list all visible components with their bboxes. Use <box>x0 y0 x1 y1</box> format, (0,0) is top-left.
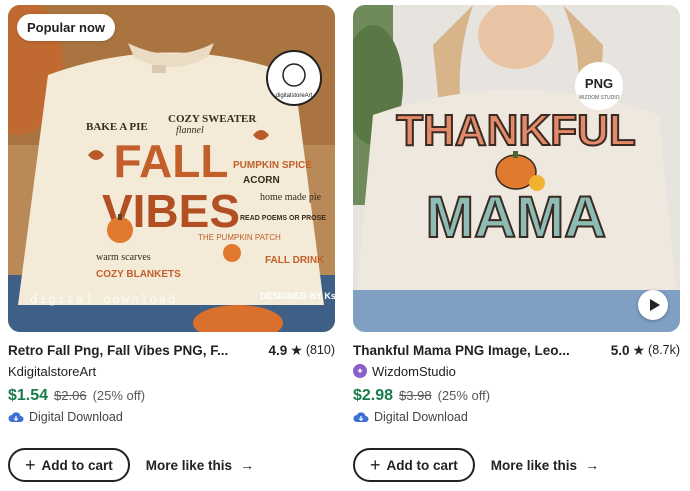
word: ACORN <box>243 175 280 186</box>
listing-image[interactable]: FALL VIBES BAKE A PIE COZY SWEATER PUMPK… <box>8 5 335 332</box>
word: flannel <box>176 125 204 136</box>
shop-name[interactable]: WizdomStudio <box>372 364 456 379</box>
logo-text: digitalstoreArt <box>276 93 313 99</box>
add-to-cart-label: Add to cart <box>41 457 113 473</box>
plus-icon: + <box>370 455 381 475</box>
play-video-button[interactable] <box>638 290 668 320</box>
add-to-cart-button[interactable]: + Add to cart <box>8 448 130 482</box>
listing-image[interactable]: THANKFUL MAMA PNG WIZDOM STUDIO <box>353 5 680 332</box>
arrow-right-icon: → <box>585 457 600 473</box>
listing-title[interactable]: Thankful Mama PNG Image, Leo... <box>353 343 570 358</box>
more-like-this-label: More like this <box>490 457 578 473</box>
listing-title[interactable]: Retro Fall Png, Fall Vibes PNG, F... <box>8 343 228 358</box>
rating: 4.9 ★ (810) <box>268 342 335 359</box>
review-count: (810) <box>305 343 335 357</box>
word: COZY BLANKETS <box>96 269 181 280</box>
png-logo-subtext: WIZDOM STUDIO <box>578 95 619 101</box>
original-price: $3.98 <box>399 388 432 403</box>
word: home made pie <box>260 192 322 203</box>
listing-card[interactable]: FALL VIBES BAKE A PIE COZY SWEATER PUMPK… <box>8 5 335 491</box>
word: FALL DRINK <box>265 255 325 266</box>
word: PUMPKIN SPICE <box>233 160 312 171</box>
fall-vibes-sweatshirt-image: FALL VIBES BAKE A PIE COZY SWEATER PUMPK… <box>8 5 335 332</box>
plus-icon: + <box>25 455 36 475</box>
star-seller-icon: ✦ <box>353 364 367 378</box>
word: READ POEMS OR PROSE <box>240 215 326 222</box>
fall-text: FALL <box>114 135 229 187</box>
more-like-this-label: More like this <box>145 457 233 473</box>
more-like-this-link[interactable]: More like this → <box>146 457 254 473</box>
watermark-text: digital download <box>30 293 177 307</box>
add-to-cart-button[interactable]: + Add to cart <box>353 448 475 482</box>
word: THE PUMPKIN PATCH <box>198 233 281 242</box>
rating: 5.0 ★ (8.7k) <box>611 342 680 359</box>
download-label: Digital Download <box>374 410 468 424</box>
rating-score: 5.0 <box>610 342 630 358</box>
cloud-download-icon <box>353 412 369 422</box>
word: COZY SWEATER <box>168 113 257 125</box>
star-icon: ★ <box>290 341 303 358</box>
download-label: Digital Download <box>29 410 123 424</box>
sale-price: $1.54 <box>8 387 49 404</box>
rating-score: 4.9 <box>268 342 288 358</box>
shop-name[interactable]: KdigitalstoreArt <box>8 364 96 379</box>
add-to-cart-label: Add to cart <box>386 457 458 473</box>
word: BAKE A PIE <box>86 121 148 133</box>
star-icon: ★ <box>632 341 646 358</box>
mama-text: MAMA <box>426 185 606 250</box>
listing-card[interactable]: THANKFUL MAMA PNG WIZDOM STUDIO Thankful… <box>353 5 680 491</box>
popular-badge: Popular now <box>17 14 115 41</box>
cloud-download-icon <box>8 412 24 422</box>
png-logo-text: PNG <box>585 76 613 91</box>
discount-label: (25% off) <box>92 388 146 403</box>
discount-label: (25% off) <box>437 388 491 403</box>
thankful-text: THANKFUL <box>396 106 636 155</box>
more-like-this-link[interactable]: More like this → <box>491 457 599 473</box>
review-count: (8.7k) <box>648 343 680 357</box>
thankful-mama-shirt-image: THANKFUL MAMA PNG WIZDOM STUDIO <box>353 5 680 332</box>
word: warm scarves <box>96 252 151 263</box>
original-price: $2.06 <box>54 388 87 403</box>
designed-by-text: DESIGNED BY Kstudio <box>260 291 335 301</box>
arrow-right-icon: → <box>240 457 255 473</box>
sale-price: $2.98 <box>353 387 394 404</box>
